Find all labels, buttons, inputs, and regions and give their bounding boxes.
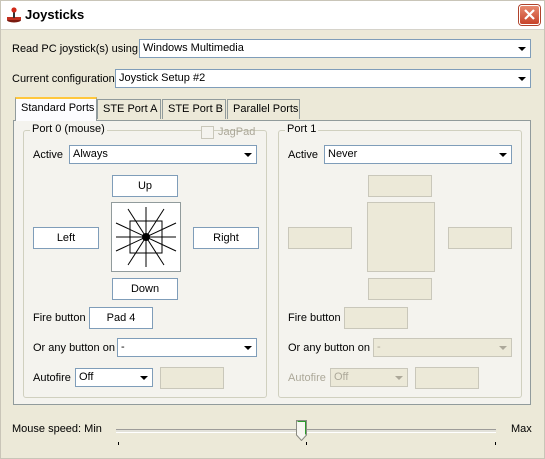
- port1-active-value: Never: [328, 148, 358, 160]
- port0-down-box[interactable]: Down: [112, 278, 178, 300]
- slider-tick-min: [118, 442, 119, 445]
- port1-right-box[interactable]: [448, 227, 512, 249]
- port0-any-button-select[interactable]: -: [117, 338, 257, 357]
- port0-fire-box[interactable]: Pad 4: [89, 307, 153, 329]
- close-button[interactable]: [519, 5, 540, 25]
- port1-down-box[interactable]: [368, 278, 432, 300]
- port0-fire-label: Fire button: [33, 312, 86, 324]
- window-title: Joysticks: [25, 7, 85, 22]
- port0-active-select[interactable]: Always: [69, 145, 257, 164]
- tab-ste-port-a[interactable]: STE Port A: [97, 99, 161, 119]
- chevron-down-icon: [240, 340, 255, 355]
- tab-standard-ports[interactable]: Standard Ports: [15, 97, 97, 121]
- tab-ste-port-b[interactable]: STE Port B: [162, 99, 226, 119]
- mouse-speed-label: Mouse speed: Min: [12, 423, 102, 435]
- port1-left-box[interactable]: [288, 227, 352, 249]
- slider-tick-max: [495, 442, 496, 445]
- port0-any-button-label: Or any button on: [33, 342, 115, 354]
- joystick-app-icon: [7, 7, 21, 23]
- port1-autofire-value: Off: [334, 371, 349, 383]
- close-icon: [524, 9, 535, 20]
- configuration-value: Joystick Setup #2: [119, 72, 206, 84]
- port0-legend: Port 0 (mouse): [30, 123, 107, 135]
- port0-autofire-rate-box[interactable]: [160, 367, 224, 389]
- title-bar: Joysticks: [1, 1, 544, 30]
- port1-stick-diagram: [367, 202, 435, 272]
- chevron-down-icon: [514, 71, 529, 86]
- chevron-down-icon: [514, 41, 529, 56]
- port0-active-value: Always: [73, 148, 108, 160]
- port0-any-button-value: -: [121, 341, 125, 353]
- port1-autofire-rate-box[interactable]: [415, 367, 479, 389]
- jagpad-label: JagPad: [218, 126, 256, 138]
- chevron-down-icon: [495, 147, 510, 162]
- port1-up-box[interactable]: [368, 175, 432, 197]
- chevron-down-icon: [391, 370, 406, 385]
- configuration-select[interactable]: Joystick Setup #2: [115, 69, 531, 88]
- port1-any-button-select[interactable]: -: [373, 338, 512, 357]
- jagpad-checkbox[interactable]: [201, 126, 214, 139]
- port1-active-label: Active: [288, 149, 318, 161]
- port1-any-button-label: Or any button on: [288, 342, 370, 354]
- mouse-speed-max-label: Max: [511, 423, 532, 435]
- slider-tick-mid: [306, 442, 307, 445]
- port0-autofire-label: Autofire: [33, 372, 71, 384]
- port1-any-button-value: -: [377, 341, 381, 353]
- tab-parallel-ports[interactable]: Parallel Ports: [227, 99, 300, 119]
- read-using-label: Read PC joystick(s) using: [12, 43, 138, 55]
- port0-active-label: Active: [33, 149, 63, 161]
- port1-autofire-label: Autofire: [288, 372, 326, 384]
- read-using-value: Windows Multimedia: [143, 42, 244, 54]
- read-using-select[interactable]: Windows Multimedia: [139, 39, 531, 58]
- port0-autofire-select[interactable]: Off: [75, 368, 153, 387]
- chevron-down-icon: [495, 340, 510, 355]
- chevron-down-icon: [240, 147, 255, 162]
- port0-right-box[interactable]: Right: [193, 227, 259, 249]
- port1-fire-box[interactable]: [344, 307, 408, 329]
- chevron-down-icon: [136, 370, 151, 385]
- port0-up-box[interactable]: Up: [112, 175, 178, 197]
- configuration-label: Current configuration: [12, 73, 115, 85]
- port0-left-box[interactable]: Left: [33, 227, 99, 249]
- port1-autofire-select[interactable]: Off: [330, 368, 408, 387]
- port1-legend: Port 1: [285, 123, 319, 135]
- joystick-direction-icon: [115, 207, 177, 267]
- port0-autofire-value: Off: [79, 371, 94, 383]
- port0-stick-diagram: [111, 202, 181, 272]
- port1-fire-label: Fire button: [288, 312, 341, 324]
- mouse-speed-slider-thumb[interactable]: [296, 420, 307, 441]
- port1-active-select[interactable]: Never: [324, 145, 512, 164]
- joysticks-dialog: Joysticks Read PC joystick(s) using Wind…: [0, 0, 545, 459]
